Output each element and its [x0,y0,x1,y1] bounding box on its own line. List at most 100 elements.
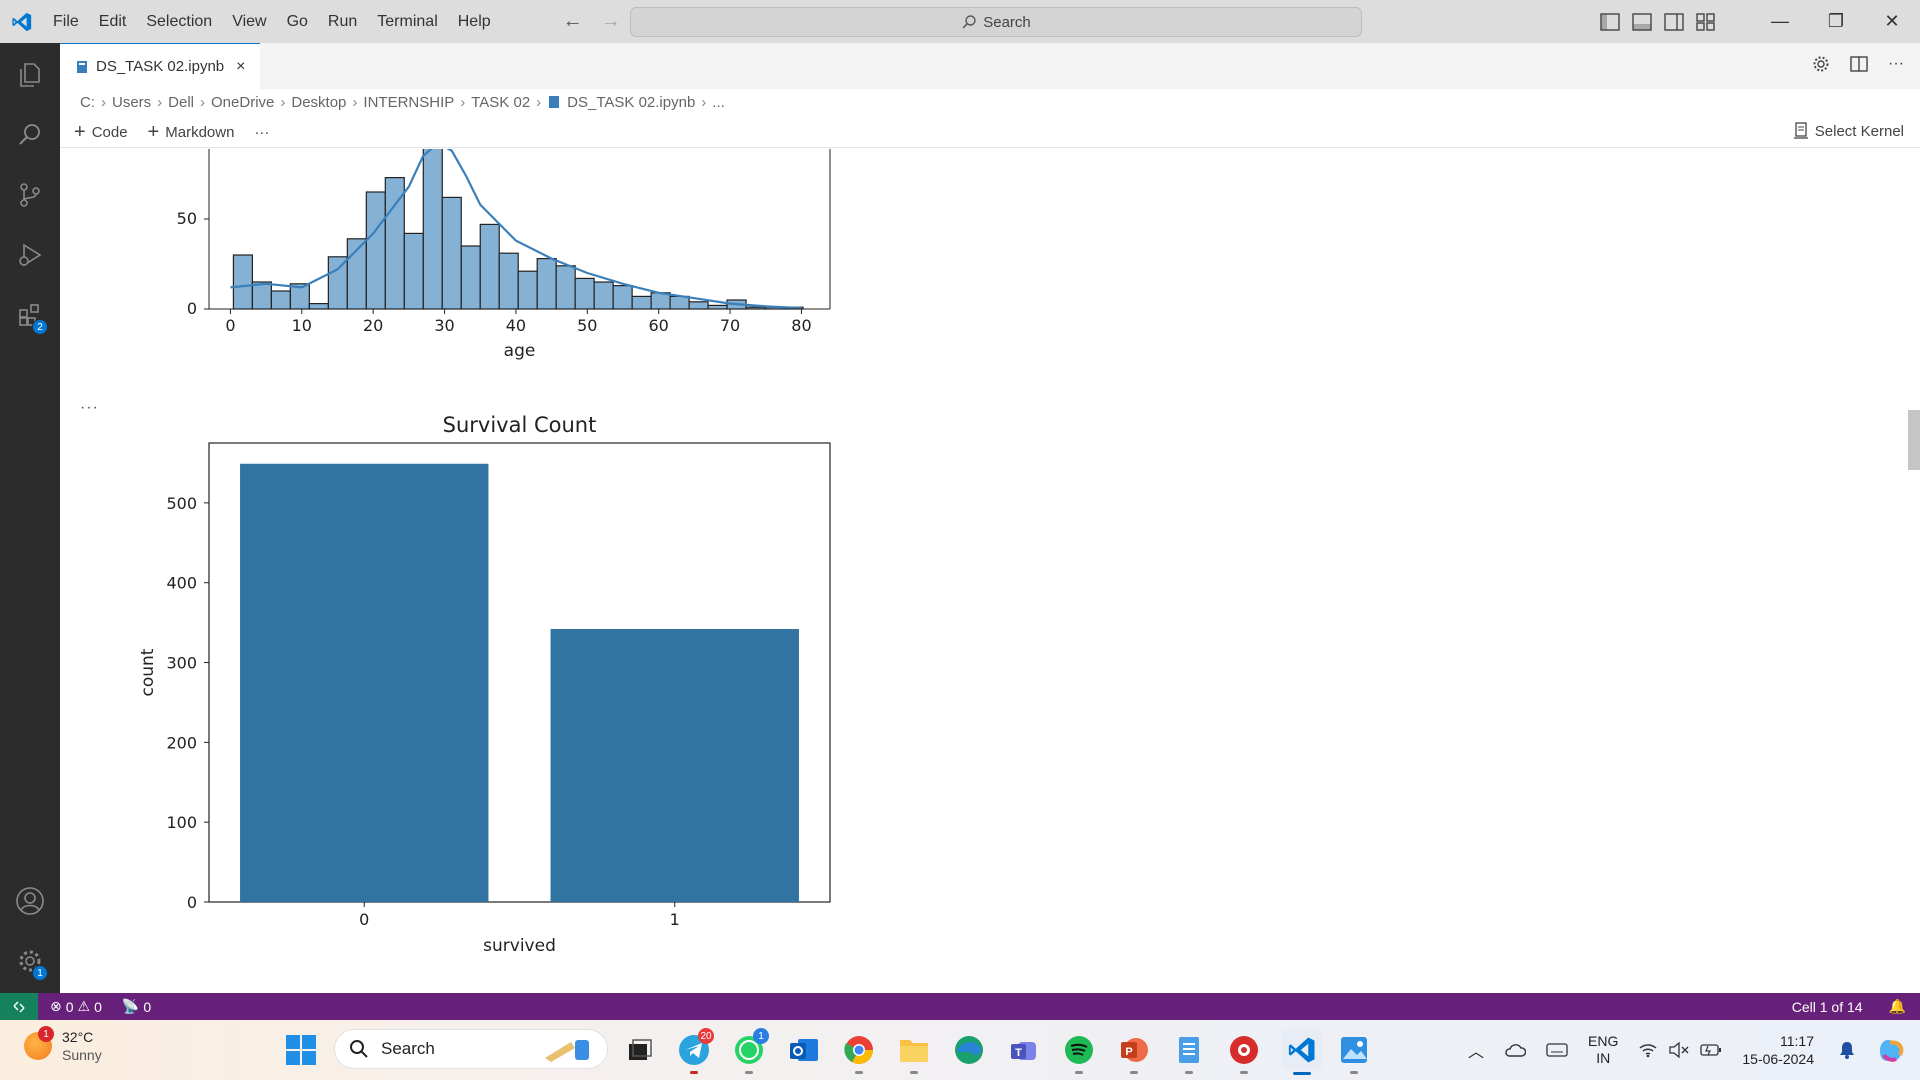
x-tick-label: 0 [225,316,235,335]
histogram-bar [612,285,633,310]
breadcrumb-item[interactable]: DS_TASK 02.ipynb [567,94,695,111]
manage-gear-icon[interactable]: 1 [0,931,60,991]
windows-taskbar: 1 32°C Sunny Search 20 1 T P ︿ ENG IN 11… [0,1020,1920,1080]
tab-label: DS_TASK 02.ipynb [96,58,225,75]
teams-icon[interactable]: T [1006,1032,1042,1068]
histogram-bar [631,295,652,310]
vscode-logo-icon [0,0,43,43]
copilot-icon[interactable] [1876,1035,1906,1065]
toolbar-more-icon[interactable]: ··· [254,124,269,141]
notification-bell-icon[interactable] [1838,1040,1856,1060]
weather-widget[interactable]: 1 32°C Sunny [24,1026,102,1064]
remote-indicator-icon[interactable] [0,993,38,1020]
breadcrumb-item[interactable]: Desktop [291,94,346,111]
menu-edit[interactable]: Edit [89,0,137,43]
x-tick-label: 0 [359,910,369,929]
breadcrumb-item[interactable]: C: [80,94,95,111]
spotify-icon[interactable] [1061,1032,1097,1074]
onedrive-cloud-icon[interactable] [1504,1043,1527,1057]
notifications-bell-icon[interactable]: 🔔 [1889,998,1906,1015]
cell-position[interactable]: Cell 1 of 14 [1792,999,1863,1015]
toggle-secondary-sidebar-icon[interactable] [1664,12,1684,31]
notepad-icon[interactable] [1171,1032,1207,1074]
restore-icon[interactable]: ❐ [1808,0,1864,43]
language-indicator[interactable]: ENG IN [1588,1033,1618,1067]
breadcrumb-item[interactable]: OneDrive [211,94,274,111]
y-tick-label: 300 [166,654,197,673]
weather-badge: 1 [38,1026,54,1042]
histogram-bar [327,256,348,310]
command-center-search[interactable]: Search [630,7,1362,37]
telegram-badge: 20 [698,1028,714,1044]
show-hidden-icons-chevron-icon[interactable]: ︿ [1468,1038,1484,1062]
histogram-bar [498,252,519,310]
run-debug-icon[interactable] [0,225,60,285]
breadcrumb-item[interactable]: Users [112,94,151,111]
breadcrumb-item[interactable]: TASK 02 [471,94,530,111]
accounts-icon[interactable] [0,871,60,931]
menu-file[interactable]: File [43,0,89,43]
problems-indicator[interactable]: ⊗ 0 ⚠ 0 [50,998,102,1015]
keyboard-icon[interactable] [1546,1043,1568,1057]
breadcrumb-item[interactable]: INTERNSHIP [363,94,454,111]
breadcrumb-item[interactable]: Dell [168,94,194,111]
explorer-icon[interactable] [0,45,60,105]
add-markdown-cell-button[interactable]: + Markdown [148,121,235,144]
active-indicator [1293,1072,1311,1075]
chrome-icon[interactable] [841,1032,877,1074]
minimize-icon[interactable]: — [1752,0,1808,43]
more-actions-icon[interactable]: ··· [1888,55,1904,73]
outlook-icon[interactable] [786,1032,822,1068]
split-editor-icon[interactable] [1850,55,1868,73]
menu-go[interactable]: Go [277,0,318,43]
temperature: 32°C [62,1029,94,1045]
source-control-icon[interactable] [0,165,60,225]
windows-start-icon[interactable] [286,1035,316,1065]
clock[interactable]: 11:17 15-06-2024 [1742,1032,1814,1068]
select-kernel-button[interactable]: Select Kernel [1793,122,1904,140]
tab-close-icon[interactable]: × [236,58,245,76]
title-bar: File Edit Selection View Go Run Terminal… [0,0,1920,43]
speaker-muted-icon[interactable] [1668,1042,1690,1058]
toggle-primary-sidebar-icon[interactable] [1600,12,1620,31]
file-explorer-icon[interactable] [896,1032,932,1074]
search-icon [350,1040,368,1058]
ports-indicator[interactable]: 📡 0 [122,998,151,1015]
customize-layout-icon[interactable] [1696,12,1716,31]
back-arrow-icon[interactable]: ← [563,10,583,33]
edge-icon[interactable] [951,1032,987,1068]
anaconda-icon[interactable] [1226,1032,1262,1074]
task-view-icon[interactable] [622,1032,658,1068]
breadcrumb-item[interactable]: ... [712,94,725,111]
scrollbar-thumb[interactable] [1908,410,1920,470]
whatsapp-icon[interactable]: 1 [731,1028,769,1074]
notebook-settings-gear-icon[interactable] [1812,55,1830,73]
clock-date: 15-06-2024 [1742,1051,1814,1067]
status-bar: ⊗ 0 ⚠ 0 📡 0 Cell 1 of 14 🔔 [0,993,1920,1020]
menu-terminal[interactable]: Terminal [367,0,447,43]
battery-icon[interactable] [1700,1043,1722,1057]
menu-help[interactable]: Help [448,0,501,43]
photos-icon[interactable] [1336,1032,1372,1074]
kernel-label: Select Kernel [1814,122,1904,140]
wifi-icon[interactable] [1638,1042,1658,1058]
forward-arrow-icon[interactable]: → [601,10,621,33]
menu-view[interactable]: View [222,0,276,43]
menu-run[interactable]: Run [318,0,367,43]
telegram-icon[interactable]: 20 [676,1028,714,1074]
histogram-bar [688,301,709,310]
extensions-icon[interactable]: 2 [0,285,60,345]
system-tray: ︿ ENG IN 11:17 15-06-2024 [1458,1020,1920,1080]
x-axis-label: survived [483,936,556,956]
histogram-bar [574,277,595,310]
tab-notebook[interactable]: DS_TASK 02.ipynb × [60,43,260,89]
search-icon[interactable] [0,105,60,165]
toggle-panel-icon[interactable] [1632,12,1652,31]
menu-selection[interactable]: Selection [136,0,222,43]
kernel-icon [1793,122,1808,139]
vscode-taskbar-icon[interactable] [1281,1029,1323,1075]
close-window-icon[interactable]: ✕ [1864,0,1920,43]
taskbar-search[interactable]: Search [334,1029,608,1069]
add-code-cell-button[interactable]: + Code [74,121,128,144]
powerpoint-icon[interactable]: P [1116,1032,1152,1074]
